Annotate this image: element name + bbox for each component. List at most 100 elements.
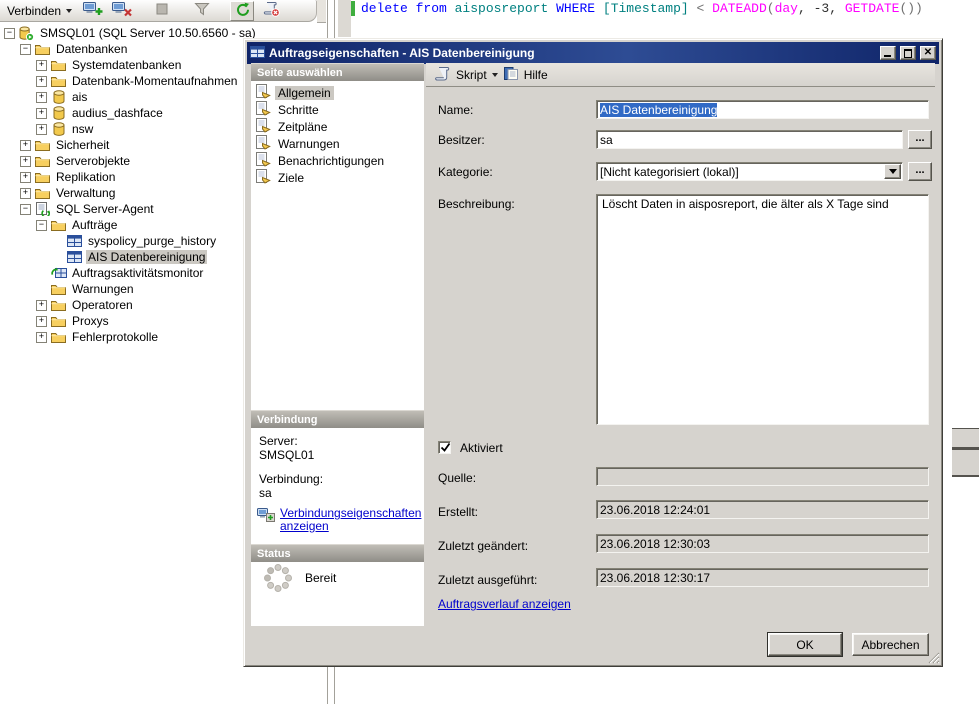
sql-token: ()) — [899, 1, 922, 16]
tree-expand-icon[interactable]: + — [36, 108, 47, 119]
job-icon — [66, 235, 83, 247]
page-item-allgemein[interactable]: Allgemein — [253, 84, 421, 101]
description-textarea[interactable]: Löscht Daten in aisposreport, die älter … — [596, 194, 929, 425]
page-item-ziele[interactable]: Ziele — [253, 169, 421, 186]
filter-button — [190, 1, 214, 21]
activity-monitor-icon — [50, 266, 67, 280]
tree-item-label: Auftragsaktivitätsmonitor — [70, 266, 205, 280]
sql-token: , — [798, 1, 806, 16]
tree-collapse-icon[interactable]: − — [20, 204, 31, 215]
tree-expand-icon[interactable]: + — [36, 316, 47, 327]
connect-server-icon — [83, 1, 104, 21]
tree-expand-icon[interactable]: + — [36, 60, 47, 71]
tree-item-label: audius_dashface — [70, 106, 165, 120]
connect-server-button[interactable] — [81, 1, 105, 21]
tree-expand-icon[interactable]: + — [20, 188, 31, 199]
connection-properties-row: Verbindungseigenschaften anzeigen — [257, 507, 400, 533]
server-label: Server: — [259, 434, 298, 448]
owner-input[interactable]: sa — [596, 130, 903, 149]
modified-field: 23.06.2018 12:30:03 — [596, 534, 929, 553]
script-button[interactable]: Skript — [456, 68, 487, 82]
category-browse-button[interactable]: ... — [908, 162, 932, 181]
filter-icon — [194, 2, 210, 19]
maximize-icon — [904, 49, 912, 58]
refresh-button[interactable] — [230, 1, 254, 21]
tree-expand-icon[interactable]: + — [36, 124, 47, 135]
background-panel-edge — [952, 449, 979, 477]
minimize-icon — [884, 55, 891, 57]
dialog-toolbar: Skript Hilfe — [426, 63, 935, 87]
cancel-button[interactable]: Abbrechen — [852, 633, 929, 656]
job-history-link[interactable]: Auftragsverlauf anzeigen — [438, 597, 571, 611]
script-error-button[interactable] — [259, 1, 283, 21]
page-item-label: Schritte — [275, 103, 322, 117]
tree-item-label: ais — [70, 90, 89, 104]
executed-label: Zuletzt ausgeführt: — [438, 573, 537, 587]
tree-expand-icon[interactable]: + — [36, 300, 47, 311]
resize-grip[interactable] — [927, 651, 940, 664]
page-item-schritte[interactable]: Schritte — [253, 101, 421, 118]
pages-list: Allgemein Schritte Zeitpläne Warnungen Benac… — [253, 84, 421, 186]
connect-dropdown-button[interactable]: Verbinden — [3, 3, 76, 19]
sql-token — [595, 1, 603, 16]
disconnect-server-button[interactable] — [110, 1, 134, 21]
page-item-benachrichtigungen[interactable]: Benachrichtigungen — [253, 152, 421, 169]
tree-item-label: Datenbank-Momentaufnahmen — [70, 74, 239, 88]
tree-expand-icon[interactable]: + — [36, 76, 47, 87]
enabled-checkbox[interactable] — [438, 441, 451, 454]
category-select[interactable]: [Nicht kategorisiert (lokal)] — [596, 162, 903, 181]
page-item-label: Ziele — [275, 171, 307, 185]
server-value: SMSQL01 — [259, 448, 314, 462]
sql-token: DATEADD — [712, 1, 767, 16]
modified-label: Zuletzt geändert: — [438, 539, 528, 553]
folder-icon — [34, 187, 51, 199]
chevron-down-icon — [66, 9, 72, 13]
page-edit-icon — [255, 101, 271, 119]
server-database-icon — [18, 26, 35, 41]
page-item-zeitpläne[interactable]: Zeitpläne — [253, 118, 421, 135]
script-error-icon — [263, 1, 280, 20]
tree-expand-icon[interactable]: + — [36, 92, 47, 103]
page-item-warnungen[interactable]: Warnungen — [253, 135, 421, 152]
database-icon — [50, 106, 67, 120]
page-item-label: Benachrichtigungen — [275, 154, 387, 168]
owner-browse-button[interactable]: ... — [908, 130, 932, 149]
job-properties-dialog: Auftragseigenschaften - AIS Datenbereini… — [243, 38, 943, 667]
name-selected-text: AIS Datenbereinigung — [600, 103, 717, 117]
category-dropdown-button[interactable] — [884, 164, 901, 179]
page-edit-icon — [255, 135, 271, 153]
description-label: Beschreibung: — [438, 197, 515, 211]
dialog-titlebar[interactable]: Auftragseigenschaften - AIS Datenbereini… — [247, 42, 939, 64]
maximize-button[interactable] — [900, 46, 916, 60]
tree-collapse-icon[interactable]: − — [36, 220, 47, 231]
page-item-label: Warnungen — [275, 137, 343, 151]
folder-icon — [34, 43, 51, 55]
folder-icon — [50, 299, 67, 311]
page-edit-icon — [255, 152, 271, 170]
tree-expand-icon[interactable]: + — [36, 332, 47, 343]
folder-icon — [50, 283, 67, 295]
minimize-button[interactable] — [880, 46, 896, 60]
tree-collapse-icon[interactable]: − — [20, 44, 31, 55]
tree-collapse-icon[interactable]: − — [4, 28, 15, 39]
tree-expand-icon[interactable]: + — [20, 140, 31, 151]
chevron-down-icon[interactable] — [492, 73, 498, 77]
tree-item-label: Sicherheit — [54, 138, 111, 152]
tree-item-label: Aufträge — [70, 218, 119, 232]
editor-selection-margin — [338, 0, 351, 37]
page-item-label: Zeitpläne — [275, 120, 330, 134]
pages-header: Seite auswählen — [251, 63, 424, 81]
tree-item-label: Replikation — [54, 170, 117, 184]
tree-expand-icon[interactable]: + — [20, 172, 31, 183]
ok-button[interactable]: OK — [768, 633, 842, 656]
sql-query-text[interactable]: delete from aisposreport WHERE [Timestam… — [361, 1, 923, 16]
category-value: [Nicht kategorisiert (lokal)] — [600, 165, 739, 179]
close-button[interactable]: ✕ — [920, 46, 936, 60]
tree-item-label: Operatoren — [70, 298, 135, 312]
tree-expand-icon[interactable]: + — [20, 156, 31, 167]
help-button[interactable]: Hilfe — [524, 68, 548, 82]
connection-properties-link[interactable]: Verbindungseigenschaften anzeigen — [280, 507, 400, 533]
name-input[interactable]: AIS Datenbereinigung — [596, 100, 929, 119]
connection-value: sa — [259, 486, 272, 500]
database-icon — [50, 90, 67, 104]
